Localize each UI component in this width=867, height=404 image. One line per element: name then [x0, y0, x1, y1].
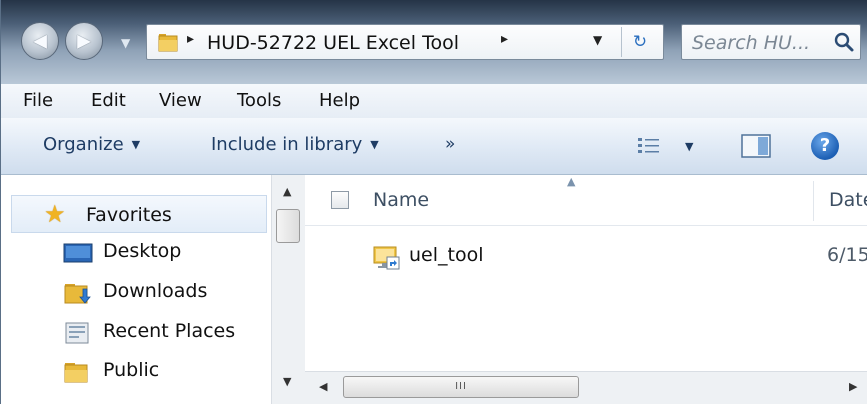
- address-dropdown-icon[interactable]: ▼: [593, 33, 602, 47]
- recent-pages-dropdown[interactable]: ▼: [121, 36, 130, 50]
- column-divider[interactable]: [813, 181, 814, 221]
- chevron-down-icon: ▼: [370, 138, 379, 151]
- column-header-name[interactable]: Name: [373, 189, 429, 211]
- back-button[interactable]: ◀: [21, 22, 59, 60]
- desktop-icon: [63, 243, 93, 263]
- shortcut-icon: [373, 246, 400, 270]
- preview-pane-icon[interactable]: [741, 134, 771, 158]
- search-icon[interactable]: [832, 30, 856, 54]
- navigation-pane: ★ Favorites Desktop Downloads Recent Pla…: [1, 175, 271, 404]
- more-commands-button[interactable]: »: [445, 134, 455, 154]
- breadcrumb-separator-trailing[interactable]: ▸: [501, 31, 508, 47]
- organize-label: Organize: [43, 134, 124, 155]
- navigation-bar: ◀ ▶ ▼ ▸ HUD-52722 UEL Excel Tool ▸ ▼ ↻: [1, 0, 867, 84]
- recent-places-icon: [65, 322, 89, 344]
- sidebar-item-label: Downloads: [103, 280, 208, 302]
- refresh-icon[interactable]: ↻: [621, 27, 658, 57]
- breadcrumb-separator[interactable]: ▸: [187, 31, 194, 47]
- navigation-pane-scrollbar[interactable]: ▲ ▼: [271, 175, 305, 404]
- back-arrow-icon: ◀: [33, 30, 47, 52]
- column-header-row: Name ▲ Date: [305, 175, 867, 226]
- menu-help[interactable]: Help: [319, 90, 360, 111]
- select-all-checkbox[interactable]: [331, 191, 349, 209]
- views-dropdown-icon[interactable]: ▼: [685, 140, 693, 153]
- chevron-down-icon: ▼: [131, 138, 141, 151]
- sidebar-item-label: Public: [103, 359, 160, 381]
- file-list-horizontal-scrollbar[interactable]: ◀ III ▶: [305, 371, 867, 404]
- explorer-window: ◀ ▶ ▼ ▸ HUD-52722 UEL Excel Tool ▸ ▼ ↻ S…: [0, 0, 867, 404]
- sidebar-item-favorites[interactable]: ★ Favorites: [11, 195, 267, 233]
- scroll-left-icon[interactable]: ◀: [319, 380, 327, 393]
- menu-view[interactable]: View: [159, 90, 202, 111]
- folder-icon: [64, 363, 88, 383]
- sidebar-item-label: Recent Places: [103, 320, 236, 342]
- include-in-library-label: Include in library: [211, 134, 363, 155]
- search-input[interactable]: [690, 30, 824, 56]
- scrollbar-thumb[interactable]: [276, 209, 300, 243]
- sidebar-item-label: Favorites: [86, 204, 172, 226]
- folder-icon: [158, 34, 178, 52]
- include-in-library-button[interactable]: Include in library ▼: [211, 134, 379, 155]
- forward-button[interactable]: ▶: [65, 22, 103, 60]
- breadcrumb-folder[interactable]: HUD-52722 UEL Excel Tool: [207, 32, 459, 54]
- list-item[interactable]: uel_tool 6/15: [305, 241, 867, 273]
- file-list: Name ▲ Date uel_tool 6/15 ◀ III ▶: [305, 175, 867, 404]
- star-icon: ★: [44, 200, 66, 228]
- file-name: uel_tool: [409, 244, 484, 266]
- menu-edit[interactable]: Edit: [91, 90, 126, 111]
- file-date: 6/15: [827, 244, 867, 266]
- change-view-icon[interactable]: [637, 136, 661, 156]
- organize-button[interactable]: Organize ▼: [43, 134, 140, 155]
- column-header-date[interactable]: Date: [829, 189, 867, 211]
- forward-arrow-icon: ▶: [77, 30, 91, 52]
- sort-ascending-icon: ▲: [567, 175, 576, 188]
- scroll-down-icon[interactable]: ▼: [283, 375, 291, 388]
- scrollbar-thumb[interactable]: III: [343, 376, 579, 398]
- downloads-folder-icon: [64, 284, 91, 304]
- menu-tools[interactable]: Tools: [237, 90, 281, 111]
- search-box[interactable]: [681, 24, 861, 60]
- sidebar-item-label: Desktop: [103, 240, 182, 262]
- help-icon[interactable]: ?: [811, 132, 839, 160]
- menu-file[interactable]: File: [23, 90, 53, 111]
- address-bar[interactable]: ▸ HUD-52722 UEL Excel Tool ▸ ▼ ↻: [146, 24, 664, 60]
- scroll-right-icon[interactable]: ▶: [849, 380, 857, 393]
- scroll-up-icon[interactable]: ▲: [283, 185, 291, 198]
- menu-bar: File Edit View Tools Help: [1, 84, 867, 119]
- command-toolbar: Organize ▼ Include in library ▼ » ▼ ?: [1, 118, 867, 175]
